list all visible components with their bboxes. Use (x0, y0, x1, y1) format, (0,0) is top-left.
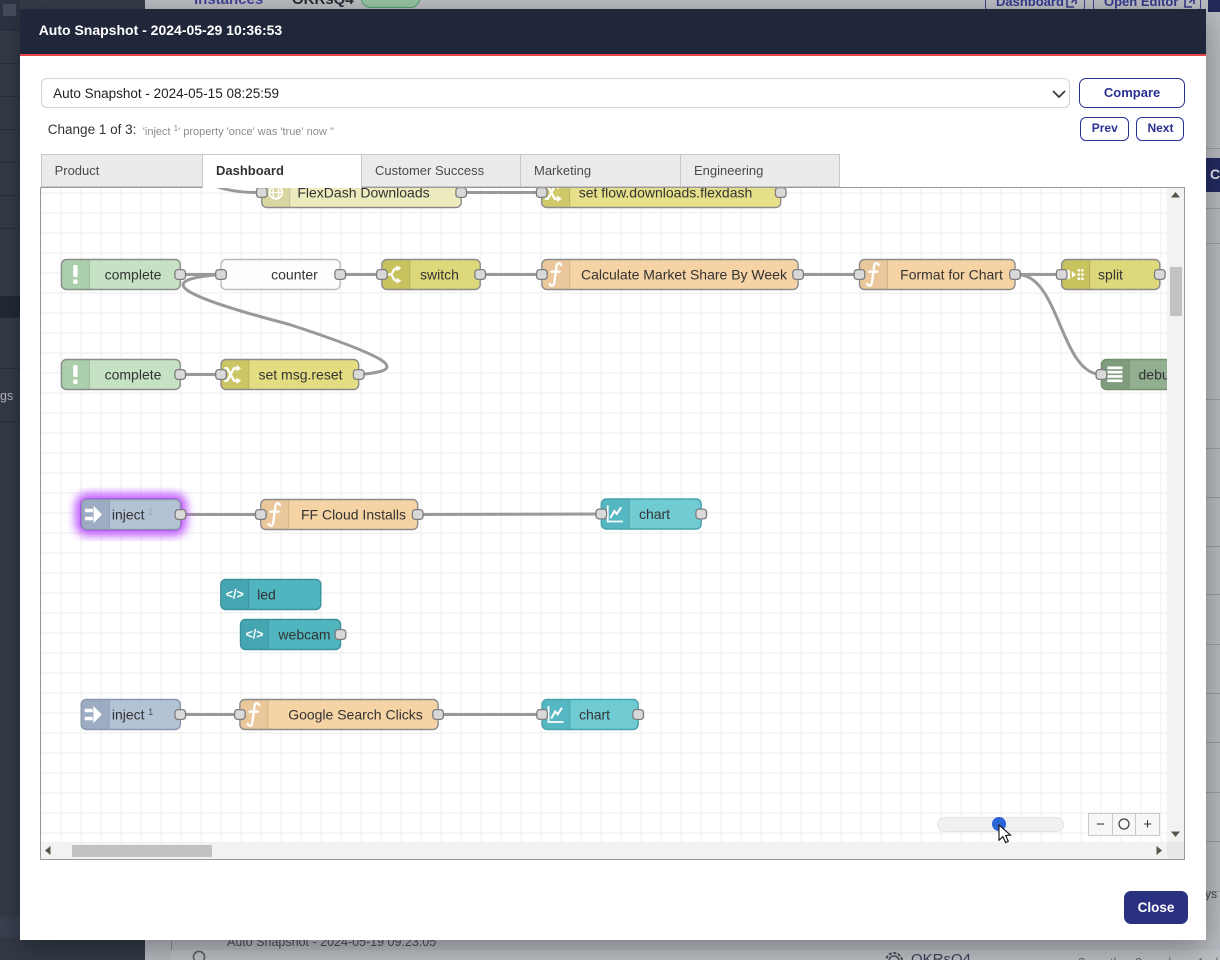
svg-text:Google Search Clicks: Google Search Clicks (289, 707, 424, 723)
svg-text:led: led (258, 587, 277, 603)
svg-text:switch: switch (421, 267, 460, 283)
svg-text:</>: </> (246, 628, 264, 642)
svg-text:complete: complete (105, 267, 162, 283)
svg-text:FF Cloud Installs: FF Cloud Installs (301, 507, 406, 523)
svg-text:set msg.reset: set msg.reset (259, 367, 343, 383)
svg-text:set flow.downloads.flexdash: set flow.downloads.flexdash (579, 188, 753, 201)
svg-text:counter: counter (272, 267, 319, 283)
svg-text:chart: chart (579, 707, 610, 723)
svg-text:Calculate Market Share By Week: Calculate Market Share By Week (582, 267, 789, 283)
svg-text:complete: complete (105, 367, 162, 383)
svg-text:chart: chart (639, 506, 670, 522)
svg-text:FlexDash Downloads: FlexDash Downloads (298, 188, 430, 201)
svg-text:split: split (1099, 267, 1124, 283)
svg-text:debug: debug (1139, 367, 1168, 383)
svg-text:webcam: webcam (278, 627, 331, 643)
svg-text:Format for Chart: Format for Chart (901, 267, 1004, 283)
svg-text:</>: </> (226, 588, 244, 602)
